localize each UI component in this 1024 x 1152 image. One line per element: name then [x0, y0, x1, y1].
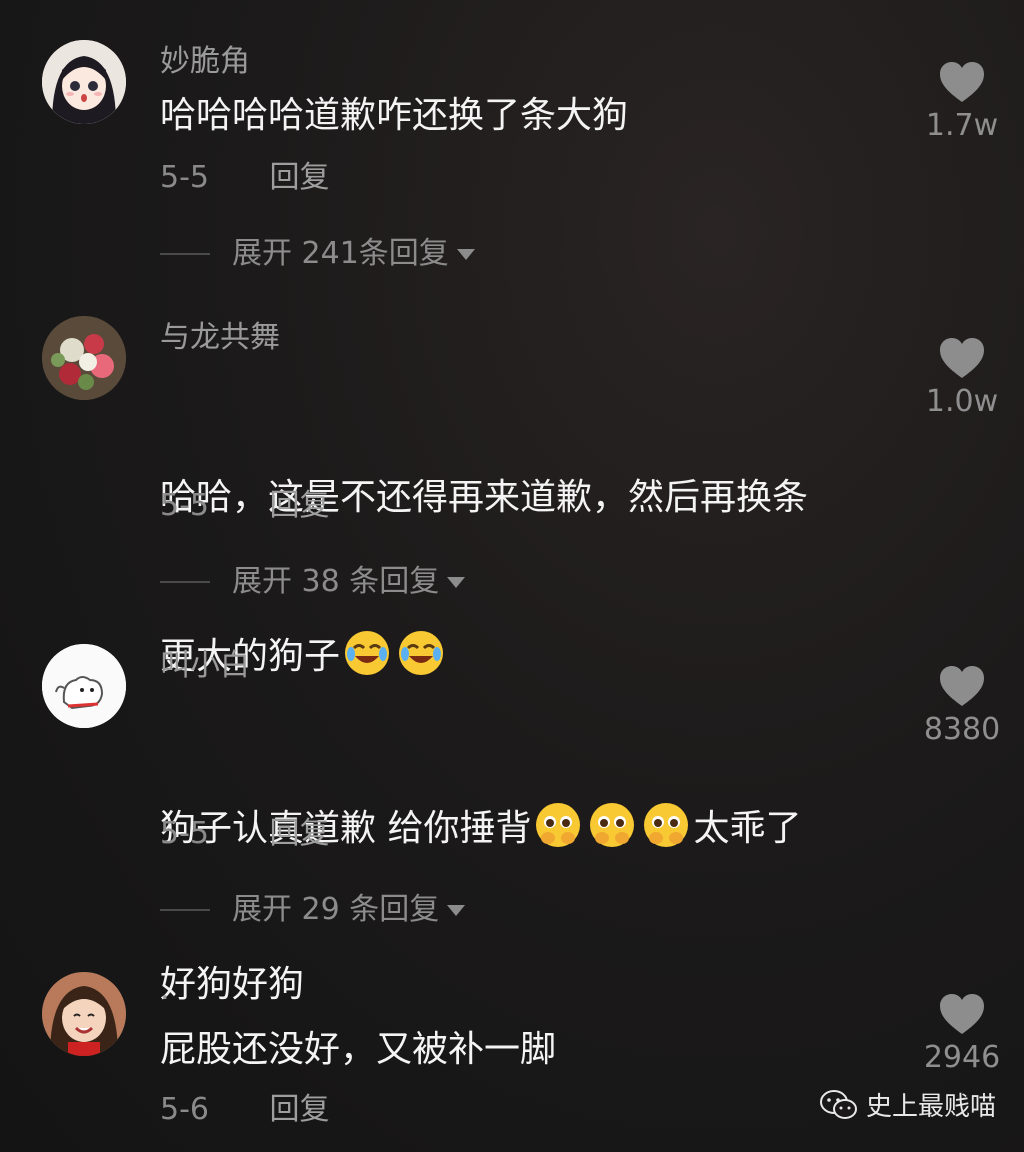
- like-count: 2946: [923, 1040, 1001, 1075]
- like-count: 1.7w: [925, 108, 999, 143]
- comment-username[interactable]: 与龙共舞: [160, 320, 280, 356]
- like-button[interactable]: 8380: [920, 664, 1004, 748]
- pleading-face-emoji: [536, 803, 581, 847]
- comment-text-segment: 太乖了: [693, 808, 802, 849]
- heart-icon: [940, 62, 984, 102]
- reply-button[interactable]: 回复: [270, 160, 330, 195]
- chevron-down-icon: [447, 576, 466, 588]
- comment-meta: 5-5 回复: [160, 160, 330, 196]
- like-button[interactable]: 1.0w: [920, 336, 1004, 420]
- pleading-face-emoji: [644, 803, 689, 847]
- expand-replies-label: 展开 241条回复: [232, 236, 449, 271]
- divider-line: [160, 253, 210, 255]
- crying-laughing-emoji: [345, 631, 390, 675]
- comment-text: 屁股还没好，又被补一脚: [160, 1029, 557, 1070]
- avatar[interactable]: [42, 40, 126, 124]
- comment-meta: 5-5 回复: [160, 816, 330, 852]
- comment-text: 哈哈哈哈道歉咋还换了条大狗: [160, 95, 629, 136]
- comment-date: 5-6: [160, 1092, 209, 1127]
- watermark-label: 史上最贱喵: [866, 1092, 997, 1122]
- watermark: 史上最贱喵: [820, 1086, 996, 1123]
- expand-replies-button[interactable]: 展开 29 条回复: [160, 892, 466, 928]
- wechat-icon: [820, 1089, 857, 1119]
- comment-date: 5-5: [160, 160, 209, 195]
- comment-date: 5-5: [160, 816, 209, 851]
- comment-username[interactable]: 叫小白: [160, 648, 250, 684]
- avatar[interactable]: [42, 316, 126, 400]
- comment-meta: 5-5 回复: [160, 488, 330, 524]
- divider-line: [160, 581, 210, 583]
- comment-text-line: 更大的狗子: [160, 628, 890, 683]
- comment-username[interactable]: .: [160, 972, 170, 1008]
- comment-date: 5-5: [160, 488, 209, 523]
- expand-replies-label: 展开 29 条回复: [232, 892, 440, 927]
- crying-laughing-emoji: [399, 631, 444, 675]
- reply-button[interactable]: 回复: [270, 488, 330, 523]
- heart-icon: [940, 994, 984, 1034]
- heart-icon: [940, 338, 984, 378]
- chevron-down-icon: [447, 904, 466, 916]
- like-count: 8380: [923, 712, 1001, 747]
- comment-meta: 5-6 回复: [160, 1092, 330, 1128]
- expand-replies-button[interactable]: 展开 38 条回复: [160, 564, 466, 600]
- heart-icon: [940, 666, 984, 706]
- comment-username[interactable]: 妙脆角: [160, 44, 250, 80]
- comment-text-line: 好狗好狗: [160, 964, 305, 1005]
- expand-replies-label: 展开 38 条回复: [232, 564, 440, 599]
- like-count: 1.0w: [925, 384, 999, 419]
- expand-replies-button[interactable]: 展开 241条回复: [160, 236, 475, 272]
- chevron-down-icon: [456, 248, 475, 260]
- pleading-face-emoji: [590, 803, 635, 847]
- divider-line: [160, 909, 210, 911]
- reply-button[interactable]: 回复: [270, 816, 330, 851]
- avatar[interactable]: [42, 972, 126, 1056]
- reply-button[interactable]: 回复: [270, 1092, 330, 1127]
- like-button[interactable]: 1.7w: [920, 60, 1004, 144]
- avatar[interactable]: [42, 644, 126, 728]
- like-button[interactable]: 2946: [920, 992, 1004, 1076]
